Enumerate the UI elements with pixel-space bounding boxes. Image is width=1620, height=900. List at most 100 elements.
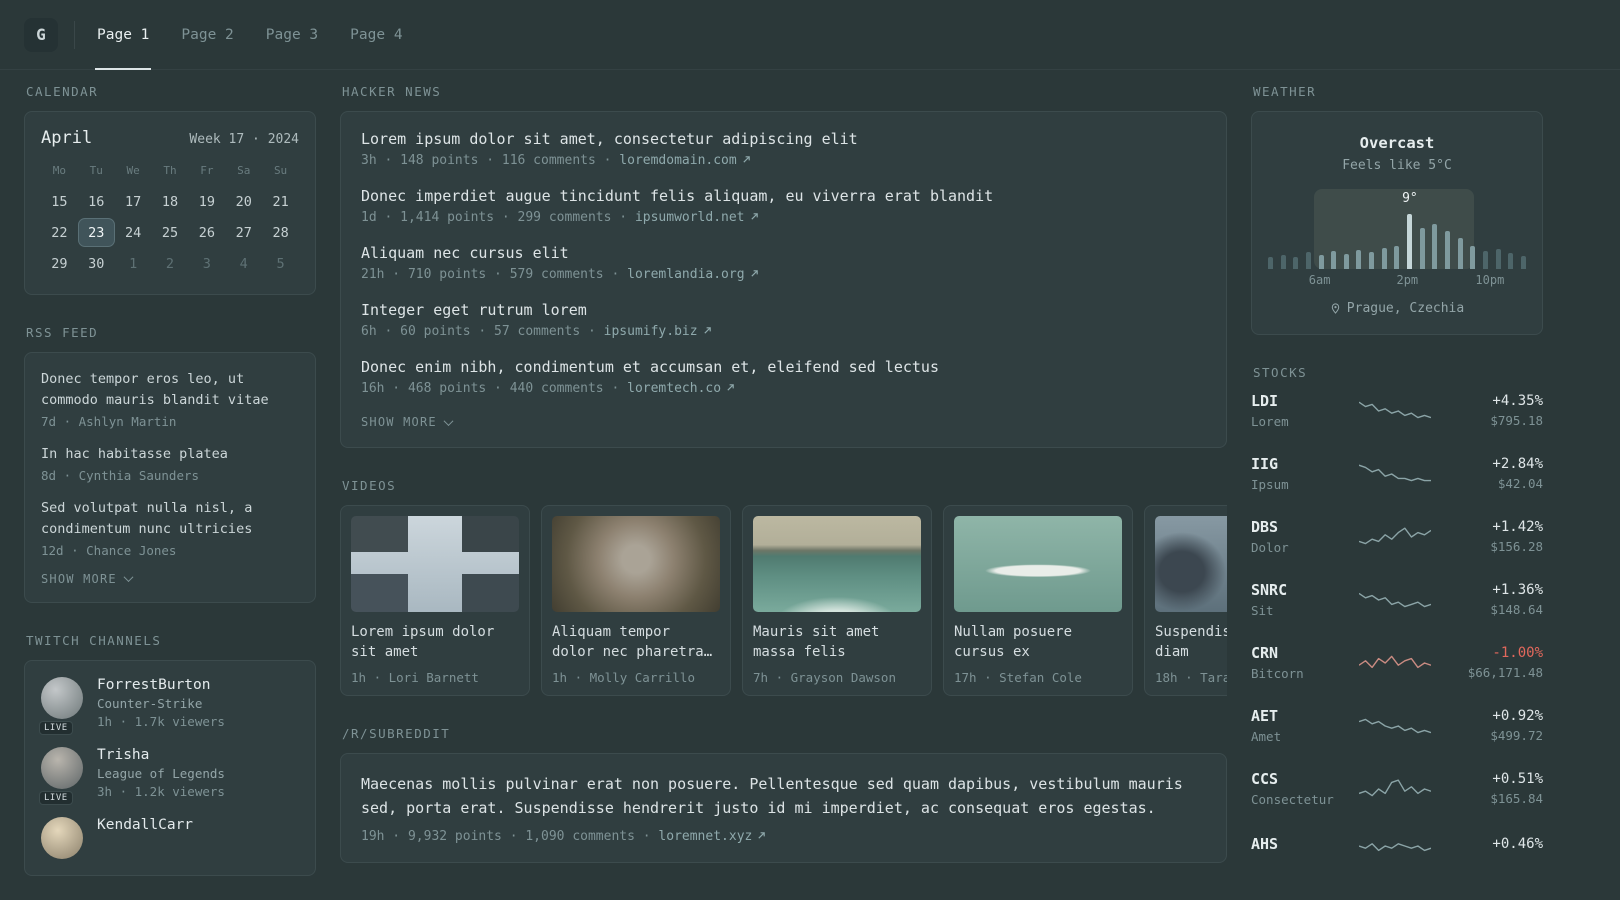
twitch-card: LIVE ForrestBurton Counter-Strike 1h · 1…	[24, 659, 316, 876]
hackernews-widget-title: HACKER NEWS	[342, 84, 442, 99]
stock-name: Sit	[1251, 603, 1274, 618]
calendar-day: 29	[51, 255, 68, 272]
weather-hour-bar	[1432, 224, 1438, 269]
twitch-channel-row[interactable]: LIVE ForrestBurton Counter-Strike 1h · 1…	[39, 676, 299, 735]
video-card[interactable]: Aliquam tempor dolor nec pharetra… 1h · …	[541, 505, 731, 696]
peak-temp-label: 9°	[1402, 191, 1418, 206]
hn-story-domain[interactable]: loremtech.co	[611, 381, 735, 396]
stock-name: Consectetur	[1251, 792, 1334, 807]
video-title: Nullam posuere cursus ex	[954, 624, 1073, 661]
calendar-day: 22	[51, 224, 68, 241]
weather-hour-bar	[1482, 251, 1488, 269]
stock-sparkline	[1359, 592, 1431, 607]
avatar: LIVE	[39, 676, 83, 735]
weather-hour-bar	[1419, 228, 1425, 269]
video-thumbnail	[1155, 516, 1227, 612]
stock-change: +0.46%	[1492, 836, 1543, 852]
stock-symbol: CCS	[1251, 770, 1279, 788]
hn-show-more-button[interactable]: SHOW MORE	[361, 415, 454, 429]
hn-story-domain[interactable]: loremdomain.com	[604, 153, 751, 168]
stock-change: +1.36%	[1492, 582, 1543, 598]
rss-item-meta: 8d · Cynthia Saunders	[41, 467, 200, 483]
rss-item-title[interactable]: Sed volutpat nulla nisl, a condimentum n…	[41, 498, 299, 540]
calendar-week-year: Week 17 · 2024	[189, 132, 299, 147]
hn-story-stats: 6h · 60 points · 57 comments	[361, 324, 581, 339]
hn-story-domain[interactable]: loremlandia.org	[611, 267, 758, 282]
weather-hour-bar	[1293, 257, 1299, 269]
calendar-day: 3	[202, 255, 211, 272]
stock-row: CRN Bitcorn -1.00% $66,171.48	[1251, 644, 1543, 681]
video-card[interactable]: Lorem ipsum dolor sit amet consectetu… 1…	[340, 505, 530, 696]
calendar-day: 17	[125, 193, 142, 210]
twitch-channel-row[interactable]: KendallCarr	[41, 816, 299, 859]
video-meta: 7h · Grayson Dawson	[753, 670, 896, 685]
calendar-day-header: We	[126, 164, 140, 177]
weather-location: Prague, Czechia	[1268, 301, 1526, 316]
subreddit-post-text[interactable]: Maecenas mollis pulvinar erat non posuer…	[361, 775, 1183, 817]
hn-story: Aliquam nec cursus elit 21h · 710 points…	[361, 244, 1206, 282]
hn-story-domain[interactable]: ipsumworld.net	[619, 210, 758, 225]
hn-story-domain[interactable]: ipsumify.biz	[588, 324, 712, 339]
channel-name: KendallCarr	[97, 816, 194, 833]
stock-name: Amet	[1251, 729, 1282, 744]
hn-story-title[interactable]: Integer eget rutrum lorem	[361, 301, 1206, 319]
show-more-label: SHOW MORE	[41, 571, 117, 586]
video-meta: 17h · Stefan Cole	[954, 670, 1082, 685]
tab-page-3[interactable]: Page 3	[264, 0, 320, 69]
hn-story-meta: 6h · 60 points · 57 comments ipsumify.bi…	[361, 324, 1206, 339]
external-link-icon	[703, 324, 712, 339]
stock-row: SNRC Sit +1.36% $148.64	[1251, 581, 1543, 618]
avatar	[41, 816, 83, 859]
hn-story-title[interactable]: Donec enim nibh, condimentum et accumsan…	[361, 358, 1206, 376]
chevron-down-icon	[443, 415, 454, 426]
stock-name: Bitcorn	[1251, 666, 1304, 681]
avatar: LIVE	[39, 746, 83, 805]
hn-story-stats: 3h · 148 points · 116 comments	[361, 153, 596, 168]
subreddit-widget-title: /R/SUBREDDIT	[342, 726, 451, 741]
subreddit-post-stats: 19h · 9,932 points · 1,090 comments	[361, 829, 635, 844]
tab-page-4[interactable]: Page 4	[348, 0, 404, 69]
rss-widget-title: RSS FEED	[26, 325, 99, 340]
weather-bars	[1268, 209, 1526, 269]
channel-viewers: 1h · 1.7k viewers	[97, 713, 225, 729]
tab-page-1[interactable]: Page 1	[95, 0, 152, 70]
videos-widget: VIDEOS Lorem ipsum dolor sit amet consec…	[340, 478, 1227, 696]
video-title: Suspendisse diam	[1155, 624, 1227, 661]
stock-price: $499.72	[1490, 728, 1543, 743]
stock-symbol: AHS	[1251, 835, 1279, 853]
calendar-day: 2	[165, 255, 175, 272]
page-tabs: Page 1 Page 2 Page 3 Page 4	[95, 0, 405, 70]
stock-row: DBS Dolor +1.42% $156.28	[1251, 518, 1543, 555]
tab-page-2[interactable]: Page 2	[179, 0, 235, 69]
twitch-widget: TWITCH CHANNELS LIVE ForrestBurton Count…	[24, 633, 316, 876]
stock-sparkline	[1359, 401, 1431, 418]
stock-sparkline	[1359, 464, 1431, 481]
weather-feels-like: Feels like 5°C	[1342, 158, 1452, 173]
weather-time-labels: 6am 2pm 10pm	[1268, 273, 1526, 289]
hn-story-title[interactable]: Donec imperdiet augue tincidunt felis al…	[361, 187, 1206, 205]
stock-change: -1.00%	[1492, 645, 1543, 661]
video-thumbnail	[753, 516, 921, 612]
weather-hour-bar	[1508, 253, 1514, 269]
hn-story: Lorem ipsum dolor sit amet, consectetur …	[361, 130, 1206, 168]
video-card[interactable]: Nullam posuere cursus ex 17h · Stefan Co…	[943, 505, 1133, 696]
subreddit-post-domain[interactable]: loremnet.xyz	[643, 829, 767, 844]
weather-hour-bar	[1495, 249, 1501, 269]
rss-item-title[interactable]: In hac habitasse platea	[41, 444, 299, 465]
calendar-day: 25	[161, 224, 179, 241]
rss-show-more-button[interactable]: SHOW MORE	[41, 571, 134, 586]
twitch-channel-row[interactable]: LIVE Trisha League of Legends 3h · 1.2k …	[39, 746, 299, 805]
weather-hour-bar	[1444, 231, 1450, 269]
calendar-day-header: Fr	[200, 164, 214, 177]
video-card[interactable]: Mauris sit amet massa felis 7h · Grayson…	[742, 505, 932, 696]
stock-row: CCS Consectetur +0.51% $165.84	[1251, 770, 1543, 807]
rss-item-title[interactable]: Donec tempor eros leo, ut commodo mauris…	[41, 369, 299, 411]
calendar-day: 20	[235, 193, 252, 210]
hn-story-title[interactable]: Aliquam nec cursus elit	[361, 244, 1206, 262]
hn-story-meta: 3h · 148 points · 116 comments loremdoma…	[361, 153, 1206, 168]
calendar-month: April	[41, 128, 93, 148]
external-link-icon	[750, 267, 759, 282]
video-card[interactable]: Suspendisse diam 18h · Tara	[1144, 505, 1227, 696]
hn-story-title[interactable]: Lorem ipsum dolor sit amet, consectetur …	[361, 130, 1206, 148]
external-link-icon	[757, 829, 766, 844]
